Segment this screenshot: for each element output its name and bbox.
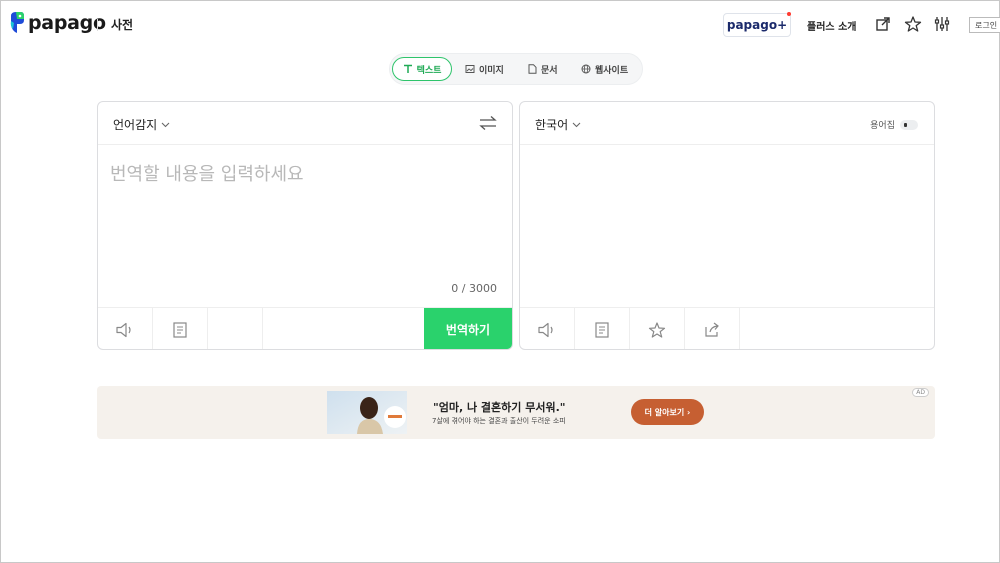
papago-plus-label: papago+ (726, 18, 788, 32)
tab-website-label: 웹사이트 (595, 65, 629, 76)
source-panel: 언어감지 0 / 3000 번역하기 (97, 101, 513, 350)
glossary-toggle[interactable]: 용어집 (870, 118, 918, 131)
external-link-icon[interactable] (874, 15, 892, 33)
papago-plus-button[interactable]: papago+ (723, 12, 791, 37)
text-icon (403, 64, 412, 73)
target-panel-footer (520, 307, 934, 349)
tab-text[interactable]: 텍스트 (392, 57, 452, 81)
speaker-icon (538, 322, 553, 337)
glossary-label: 용어집 (870, 121, 895, 131)
ad-learn-more-button[interactable]: 더 알아보기 › (631, 399, 704, 425)
target-language-select[interactable]: 한국어 (535, 116, 581, 133)
globe-icon (581, 64, 591, 74)
notification-dot (787, 12, 791, 16)
tab-image-label: 이미지 (479, 65, 504, 76)
tab-website[interactable]: 웹사이트 (581, 57, 628, 81)
ad-title: "엄마, 나 결혼하기 무서워." (433, 401, 566, 414)
source-panel-footer: 번역하기 (98, 307, 512, 349)
speaker-icon (116, 322, 131, 337)
source-language-select[interactable]: 언어감지 (113, 116, 170, 133)
dictionary-link[interactable]: 사전 (111, 16, 133, 33)
target-listen-button[interactable] (520, 308, 575, 349)
ad-subtitle: 7살에 겪어야 하는 결혼과 출산이 두려운 소피 (432, 417, 566, 425)
ad-badge: AD (912, 388, 929, 397)
papago-logo[interactable]: papago (9, 11, 106, 35)
header: papago 사전 papago+ 플러스 소개 로그인 (1, 1, 1000, 47)
image-icon (465, 65, 475, 73)
glossary-switch[interactable] (900, 119, 918, 130)
papago-parrot-icon (10, 12, 24, 33)
share-icon (705, 322, 719, 337)
login-button[interactable]: 로그인 (969, 17, 1000, 33)
chevron-down-icon (161, 122, 170, 127)
dictionary-book-icon (173, 321, 187, 338)
settings-sliders-icon[interactable] (933, 15, 951, 33)
swap-languages-icon[interactable] (478, 115, 498, 131)
tab-document-label: 문서 (541, 65, 558, 76)
ad-cta-label: 더 알아보기 › (644, 407, 691, 417)
ad-banner[interactable]: "엄마, 나 결혼하기 무서워." 7살에 겪어야 하는 결혼과 출산이 두려운… (97, 386, 935, 439)
source-text-input[interactable] (110, 160, 500, 280)
source-footer-spacer (208, 308, 263, 349)
save-favorite-button[interactable] (630, 308, 685, 349)
translation-output (532, 160, 922, 300)
dictionary-book-icon (595, 321, 609, 338)
chevron-down-icon (572, 122, 581, 127)
target-panel: 한국어 용어집 (519, 101, 935, 350)
target-dictionary-button[interactable] (575, 308, 630, 349)
login-label: 로그인 (975, 20, 998, 30)
source-panel-header: 언어감지 (98, 102, 512, 145)
tab-image[interactable]: 이미지 (465, 57, 504, 81)
translation-mode-tabs: 텍스트 이미지 문서 웹사이트 (389, 53, 643, 85)
source-dictionary-button[interactable] (153, 308, 208, 349)
source-language-label: 언어감지 (113, 118, 158, 132)
tab-document[interactable]: 문서 (528, 57, 558, 81)
tab-text-label: 텍스트 (416, 65, 442, 76)
favorites-star-icon[interactable] (904, 15, 922, 33)
target-panel-header: 한국어 용어집 (520, 102, 934, 145)
share-button[interactable] (685, 308, 740, 349)
source-listen-button[interactable] (98, 308, 153, 349)
document-icon (528, 64, 537, 74)
logo-text: papago (28, 12, 106, 34)
header-divider (97, 19, 98, 31)
target-language-label: 한국어 (535, 118, 569, 132)
plus-intro-link[interactable]: 플러스 소개 (807, 18, 856, 33)
star-icon (648, 321, 666, 338)
translate-button[interactable]: 번역하기 (424, 308, 512, 349)
ad-child-photo (327, 391, 407, 434)
character-count: 0 / 3000 (451, 282, 497, 295)
